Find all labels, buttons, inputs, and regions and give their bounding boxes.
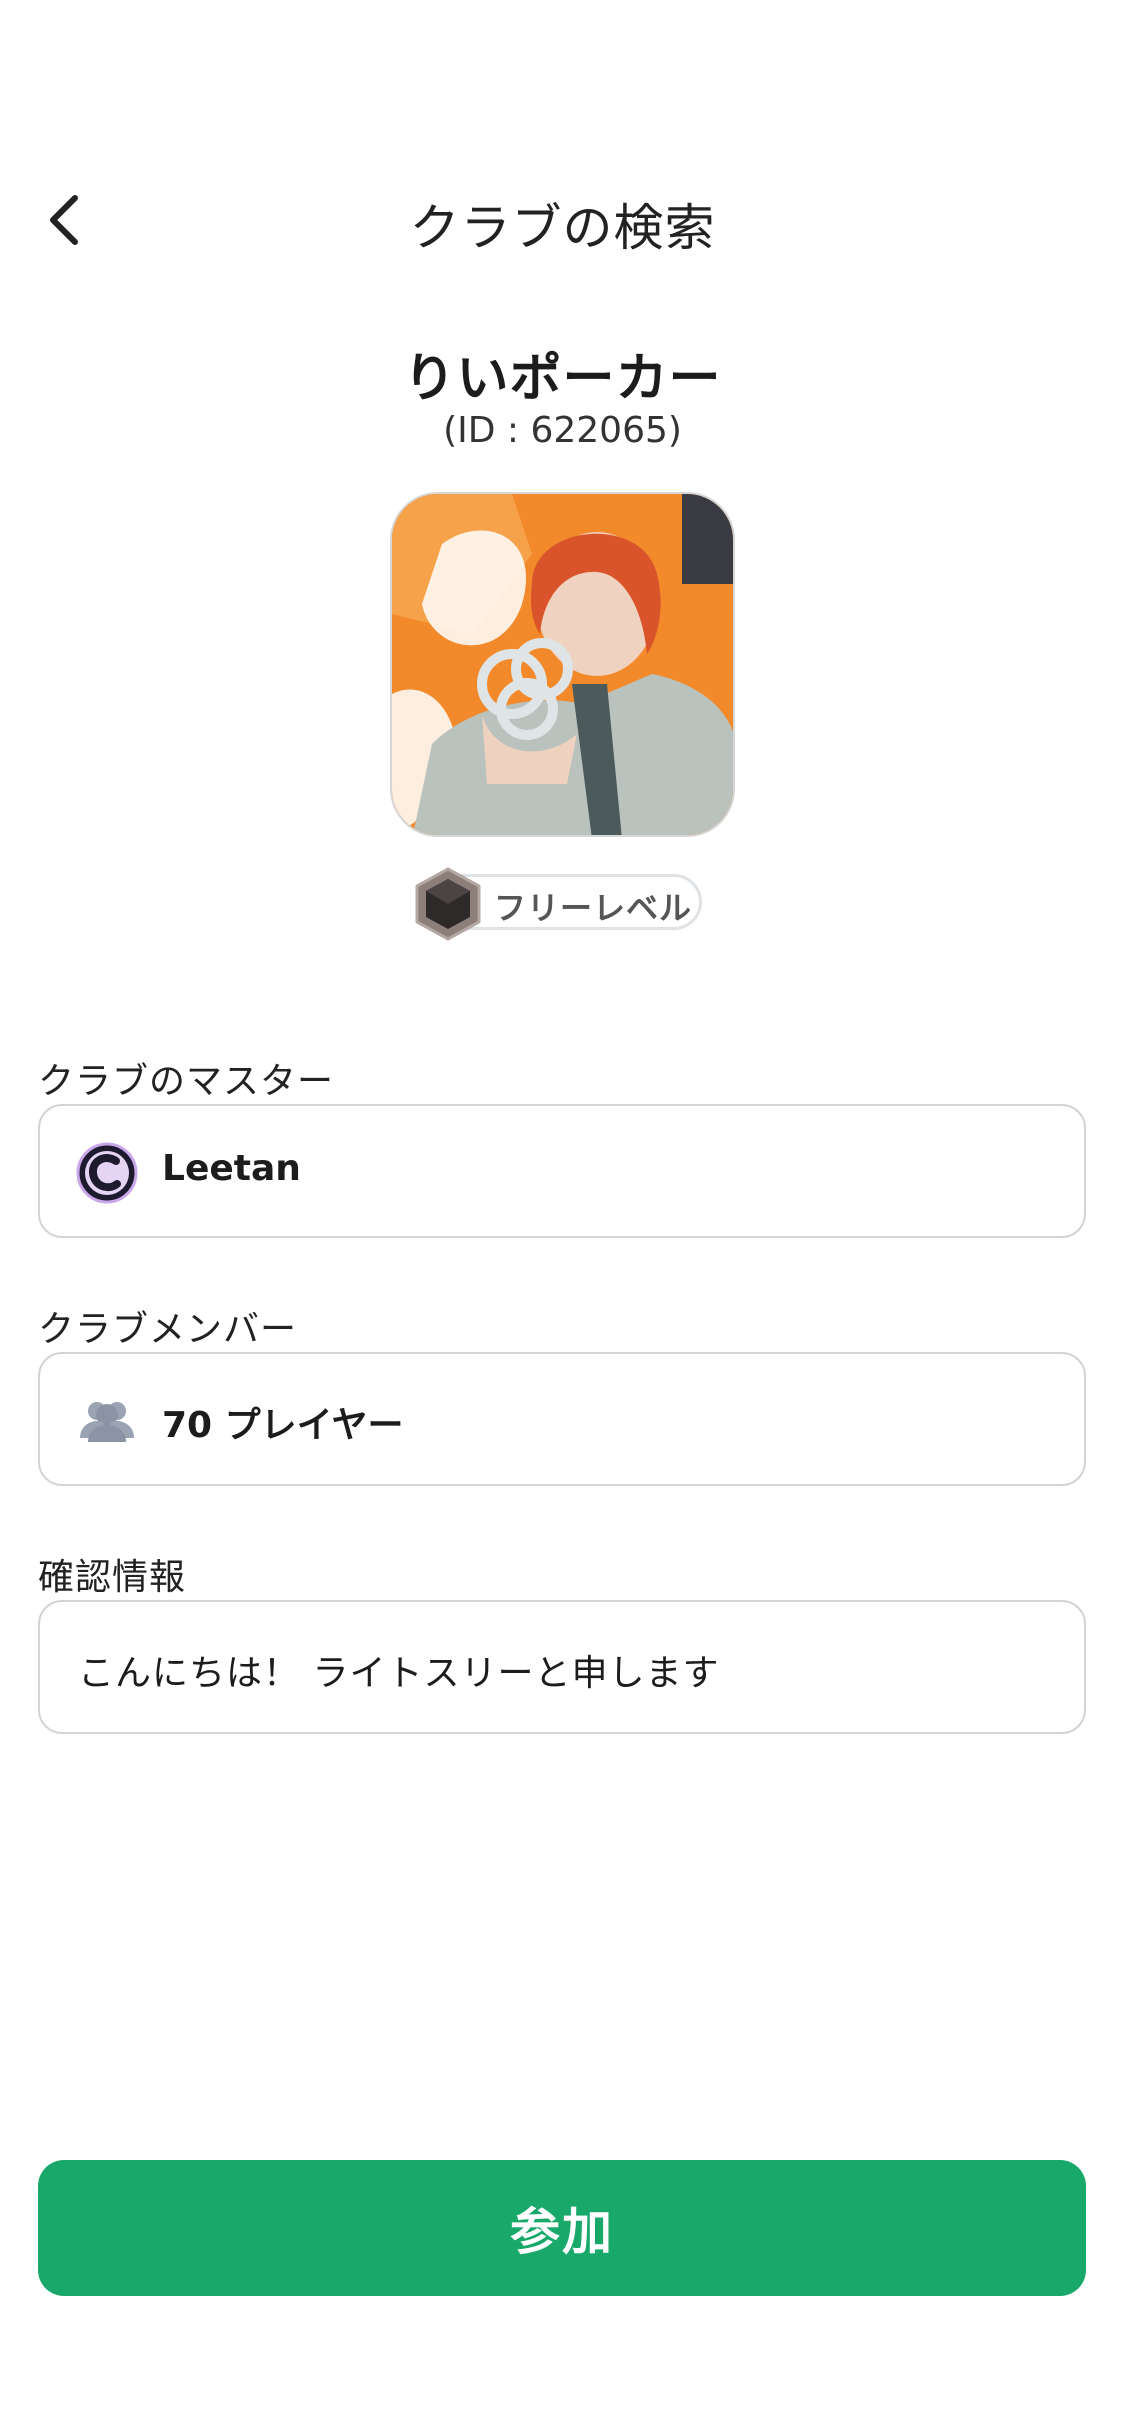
verification-text[interactable]: こんにちは！ ライトスリーと申します: [78, 1644, 719, 1696]
verification-section-label: 確認情報: [38, 1557, 187, 1598]
level-badge: フリーレベル: [412, 867, 712, 941]
users-icon: [80, 1402, 134, 1442]
members-count: 70 プレイヤー: [162, 1405, 404, 1446]
level-hexagon-icon: [415, 867, 481, 941]
header: クラブの検索: [0, 170, 1125, 270]
master-name: Leetan: [162, 1148, 301, 1189]
club-search-page: クラブの検索 りいポーカー (ID : 622065) フリーレベル クラブのマ…: [0, 0, 1125, 2436]
club-name: りいポーカー: [403, 349, 722, 409]
club-avatar: [390, 492, 735, 837]
master-section-label: クラブのマスター: [38, 1061, 335, 1102]
members-field[interactable]: 70 プレイヤー: [38, 1352, 1086, 1486]
page-title: クラブの検索: [409, 199, 716, 257]
join-button[interactable]: 参加: [38, 2160, 1086, 2296]
master-field[interactable]: Leetan: [38, 1104, 1086, 1238]
level-label: フリーレベル: [494, 889, 693, 927]
club-logo-c-icon: [76, 1142, 138, 1204]
verification-input[interactable]: こんにちは！ ライトスリーと申します: [38, 1600, 1086, 1734]
members-section-label: クラブメンバー: [38, 1309, 298, 1350]
club-id: (ID : 622065): [443, 410, 682, 451]
